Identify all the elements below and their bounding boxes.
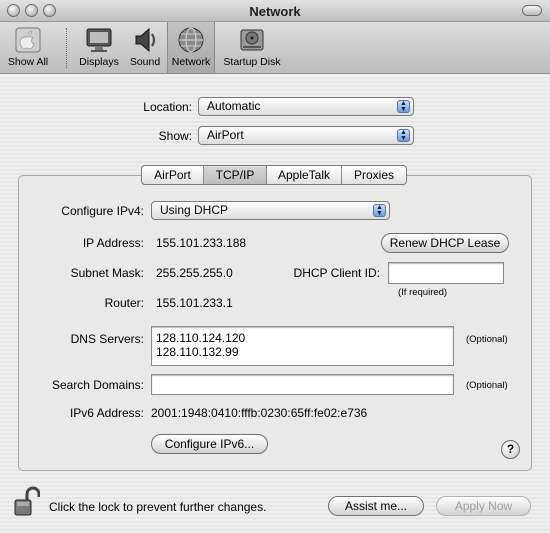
toolbar-startup-disk[interactable]: Startup Disk [218,22,286,73]
dns-servers-field[interactable]: 128.110.124.120 128.110.132.99 [151,326,454,366]
toolbar-sound[interactable]: Sound [124,22,166,73]
dns-servers-label: DNS Servers: [70,332,144,346]
configure-ipv4-value: Using DHCP [160,203,229,217]
toolbar-show-all[interactable]: Show All [4,22,52,73]
assist-me-button[interactable]: Assist me... [328,496,424,516]
dns-server-2: 128.110.132.99 [156,345,239,359]
displays-label: Displays [79,56,119,68]
renew-dhcp-lease-button[interactable]: Renew DHCP Lease [381,233,509,253]
tab-airport[interactable]: AirPort [142,166,204,184]
location-label: Location: [143,100,192,114]
dns-server-1: 128.110.124.120 [156,331,246,345]
toolbar: Show All Displays Sound Network Startup … [0,22,550,74]
hard-disk-icon [240,29,264,51]
ip-address-label: IP Address: [82,236,144,250]
show-popup[interactable]: AirPort ▲ ▼ [198,126,414,145]
network-label: Network [171,56,211,68]
configure-ipv6-button[interactable]: Configure IPv6... [151,434,268,454]
lock-icon[interactable] [14,486,40,518]
dhcp-client-id-field[interactable] [388,262,504,284]
sound-label: Sound [129,56,161,68]
tab-tcpip[interactable]: TCP/IP [204,166,267,184]
ipv6-address-label: IPv6 Address: [69,406,144,420]
toolbar-toggle-button[interactable] [522,5,542,16]
ipv6-address-value: 2001:1948:0410:fffb:0230:65ff:fe02:e736 [151,406,368,420]
window-title: Network [249,4,301,19]
search-optional-note: (Optional) [466,380,508,391]
configure-ipv4-popup[interactable]: Using DHCP ▲ ▼ [151,201,390,220]
toolbar-separator [66,28,67,68]
tab-proxies[interactable]: Proxies [342,166,406,184]
startup-disk-label: Startup Disk [223,56,281,68]
popup-arrows-icon: ▲ ▼ [373,204,386,217]
tab-appletalk[interactable]: AppleTalk [267,166,342,184]
router-value: 155.101.233.1 [156,296,233,310]
tab-bar: AirPort TCP/IP AppleTalk Proxies [141,165,407,185]
configure-ipv4-label: Configure IPv4: [61,204,144,218]
speaker-icon [135,27,155,53]
apply-now-button[interactable]: Apply Now [436,496,531,516]
router-label: Router: [104,296,144,310]
lock-message: Click the lock to prevent further change… [49,500,267,514]
display-icon [86,28,112,52]
subnet-mask-label: Subnet Mask: [70,266,144,280]
show-label: Show: [158,129,192,143]
show-value: AirPort [207,128,244,142]
location-popup[interactable]: Automatic ▲ ▼ [198,97,414,116]
if-required-note: (If required) [398,287,448,298]
help-button[interactable]: ? [501,440,520,459]
toolbar-displays[interactable]: Displays [74,22,124,73]
search-domains-label: Search Domains: [51,378,144,392]
show-all-label: Show All [7,56,49,68]
popup-arrows-icon: ▲ ▼ [397,129,410,142]
dns-optional-note: (Optional) [466,334,508,345]
ip-address-value: 155.101.233.188 [156,236,247,250]
title-bar: Network [0,0,550,22]
apple-grid-icon [15,27,41,53]
location-value: Automatic [207,99,261,113]
toolbar-network[interactable]: Network [167,22,215,73]
dhcp-client-id-label: DHCP Client ID: [293,266,380,280]
subnet-mask-value: 255.255.255.0 [156,266,233,280]
network-globe-icon [178,27,204,53]
network-preferences-window: Network Show All Displays Sound Network … [0,0,550,533]
popup-arrows-icon: ▲ ▼ [397,100,410,113]
search-domains-field[interactable] [151,374,454,395]
